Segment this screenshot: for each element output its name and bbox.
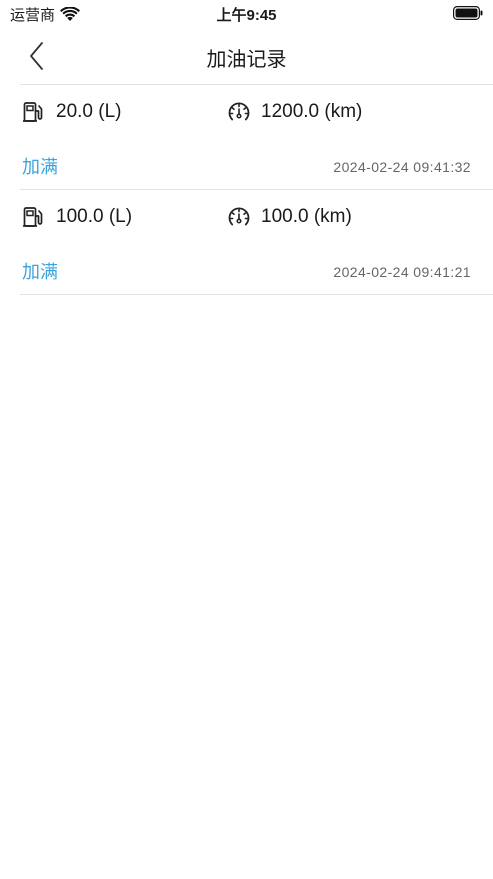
fuel-amount: 100.0 (L) bbox=[22, 204, 132, 230]
record-timestamp: 2024-02-24 09:41:21 bbox=[333, 264, 471, 280]
mileage: 1200.0 (km) bbox=[227, 99, 362, 125]
page-title: 加油记录 bbox=[206, 49, 287, 71]
list-item[interactable]: 20.0 (L) 1200.0 (km) 加满 2024-02-24 09:41… bbox=[20, 85, 493, 190]
speedometer-icon bbox=[228, 102, 250, 121]
record-timestamp: 2024-02-24 09:41:32 bbox=[333, 159, 471, 175]
fuel-amount: 20.0 (L) bbox=[22, 99, 121, 125]
list-item[interactable]: 100.0 (L) 100.0 (km) 加满 2024-02-24 09:41… bbox=[20, 190, 493, 295]
speedometer-icon bbox=[228, 207, 250, 226]
mileage-value: 1200.0 (km) bbox=[261, 101, 363, 122]
status-bar: 运营商 上午9:45 bbox=[0, 0, 493, 28]
fuel-pump-icon bbox=[23, 207, 43, 227]
fuel-amount-value: 20.0 (L) bbox=[56, 101, 122, 122]
fuel-amount-value: 100.0 (L) bbox=[56, 206, 133, 227]
navigation-bar: 加油记录 bbox=[0, 28, 493, 84]
refuel-type-label: 加满 bbox=[22, 157, 58, 177]
battery-icon bbox=[453, 6, 483, 20]
refuel-record-list: 20.0 (L) 1200.0 (km) 加满 2024-02-24 09:41… bbox=[20, 84, 493, 295]
mileage-value: 100.0 (km) bbox=[261, 206, 352, 227]
status-time: 上午9:45 bbox=[216, 7, 277, 24]
mileage: 100.0 (km) bbox=[227, 204, 352, 230]
fuel-pump-icon bbox=[23, 102, 43, 122]
refuel-type-label: 加满 bbox=[22, 262, 58, 282]
